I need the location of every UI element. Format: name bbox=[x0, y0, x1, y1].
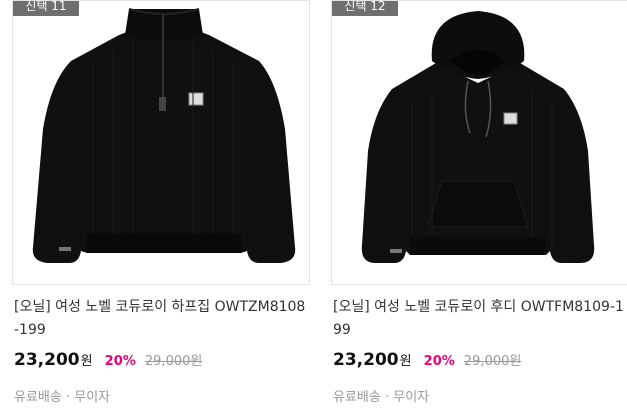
product-card[interactable]: 신택 12 [오닐] 여성 노벨 코듀로이 후디 OWTFM8109-199 2… bbox=[331, 0, 627, 405]
product-title[interactable]: [오닐] 여성 노벨 코듀로이 후디 OWTFM8109-199 bbox=[333, 296, 627, 342]
product-badge: 신택 11 bbox=[13, 1, 79, 16]
price-row: 23,200원 20% 29,000원 bbox=[333, 350, 521, 374]
sale-price: 23,200 bbox=[14, 350, 80, 370]
price-row: 23,200원 20% 29,000원 bbox=[14, 350, 202, 374]
discount-rate: 20% bbox=[104, 354, 136, 369]
product-image-halfzip[interactable] bbox=[13, 1, 310, 285]
shipping-info: 유료배송 · 무이자 bbox=[14, 390, 111, 405]
product-badge: 신택 12 bbox=[332, 1, 398, 16]
currency-label: 원 bbox=[399, 354, 412, 369]
sale-price: 23,200 bbox=[333, 350, 399, 370]
product-image-frame[interactable]: 신택 11 bbox=[12, 0, 310, 285]
original-price: 29,000원 bbox=[463, 354, 522, 369]
product-title[interactable]: [오닐] 여성 노벨 코듀로이 하프집 OWTZM8108-199 bbox=[14, 296, 310, 342]
product-image-frame[interactable]: 신택 12 bbox=[331, 0, 627, 285]
product-image-hoodie[interactable] bbox=[332, 1, 627, 285]
currency-label: 원 bbox=[80, 354, 93, 369]
original-price: 29,000원 bbox=[144, 354, 203, 369]
shipping-info: 유료배송 · 무이자 bbox=[333, 390, 430, 405]
product-card[interactable]: 신택 11 [오닐] 여성 노벨 코듀로이 하프집 OWTZM8108-199 … bbox=[12, 0, 310, 405]
discount-rate: 20% bbox=[423, 354, 455, 369]
